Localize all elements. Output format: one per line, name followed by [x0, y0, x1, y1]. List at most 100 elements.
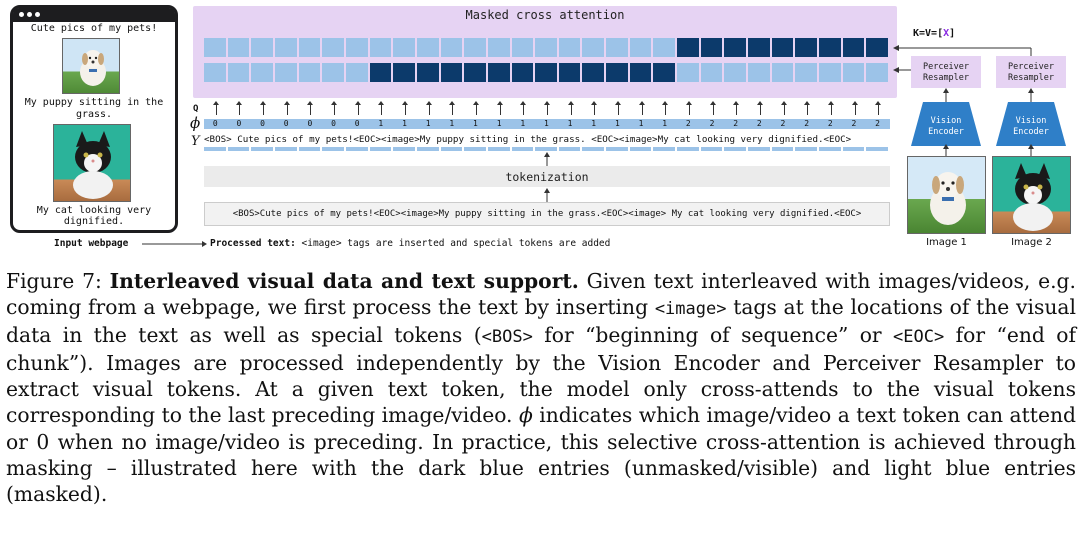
arrow-up-icon — [307, 101, 314, 105]
query-arrow-line — [783, 105, 785, 115]
phi-value: 1 — [614, 119, 620, 128]
arrow-up-icon — [402, 101, 409, 105]
y-symbol: Y — [191, 134, 200, 149]
webpage-line-1: Cute pics of my pets! — [30, 23, 158, 34]
phi-value: 2 — [851, 119, 857, 128]
webpage-line-2b: grass. — [75, 109, 113, 120]
window-dot-icon — [19, 12, 24, 17]
arrow-up-icon — [1028, 88, 1034, 102]
mask-cell — [274, 63, 297, 82]
arrow-up-icon — [544, 188, 550, 202]
query-arrow-line — [688, 105, 690, 115]
phi-value: 1 — [662, 119, 668, 128]
token-underline — [204, 147, 890, 151]
puppy-illustration — [80, 50, 106, 86]
mask-cell — [274, 38, 297, 57]
mask-cell — [298, 38, 321, 57]
puppy-illustration — [930, 172, 966, 225]
query-arrow-line — [286, 105, 288, 115]
phi-value: 1 — [591, 119, 597, 128]
query-arrow-line — [523, 105, 525, 115]
arrow-up-icon — [638, 101, 645, 105]
mask-cell — [653, 38, 676, 57]
arrow-up-icon — [283, 101, 290, 105]
arrow-up-icon — [685, 101, 692, 105]
mask-cell — [842, 38, 865, 57]
arrow-up-icon — [875, 101, 882, 105]
arrow-up-icon — [567, 101, 574, 105]
phi-value: 1 — [378, 119, 384, 128]
encoder-1-label: Encoder — [928, 127, 964, 137]
query-arrow-line — [594, 105, 596, 115]
window-titlebar — [13, 8, 175, 22]
mask-cell — [582, 38, 605, 57]
masked-cross-attention-title: Masked cross attention — [465, 8, 625, 22]
mask-cell — [724, 63, 747, 82]
mask-cell — [819, 63, 841, 82]
window-dot-icon — [27, 12, 32, 17]
processed-text-rest: <image> tags are inserted and special to… — [295, 238, 611, 249]
query-arrow-line — [736, 105, 738, 115]
phi-value: 0 — [354, 119, 360, 128]
token-underline-segment — [700, 147, 723, 151]
mask-cell — [819, 38, 841, 57]
query-arrow-line — [854, 105, 856, 115]
query-arrow-line — [239, 105, 241, 115]
mask-cell — [322, 63, 344, 82]
mask-cell — [795, 38, 818, 57]
processed-text-caption: Processed text: <image> tags are inserte… — [210, 238, 610, 249]
phi-value: 0 — [307, 119, 313, 128]
token-underline-segment — [653, 147, 676, 151]
mask-cell — [535, 38, 557, 57]
token-underline-segment — [866, 147, 888, 151]
arrow-up-icon — [236, 101, 243, 105]
arrow-up-icon — [520, 101, 527, 105]
mask-cell — [369, 38, 392, 57]
phi-value: 1 — [496, 119, 502, 128]
phi-value: 0 — [283, 119, 289, 128]
window-dot-icon — [35, 12, 40, 17]
mask-cell — [558, 63, 581, 82]
puppy-image — [62, 38, 120, 94]
mask-cell — [724, 38, 747, 57]
token-underline-segment — [771, 147, 794, 151]
processed-text-bold: Processed text: — [210, 238, 296, 249]
mask-cell — [227, 38, 250, 57]
token-underline-segment — [606, 147, 628, 151]
query-arrow-line — [476, 105, 478, 115]
token-underline-segment — [251, 147, 273, 151]
arrow-up-icon — [733, 101, 740, 105]
caption-prefix: Figure 7: — [6, 269, 110, 293]
query-arrow-line — [215, 105, 217, 115]
mask-cell — [582, 63, 605, 82]
phi-value: 2 — [733, 119, 739, 128]
mask-cell — [393, 63, 415, 82]
phi-value: 1 — [425, 119, 431, 128]
mask-cell — [653, 63, 676, 82]
token-underline-segment — [819, 147, 841, 151]
cat-image — [53, 124, 131, 202]
arrow-up-icon — [851, 101, 858, 105]
query-arrow-line — [263, 105, 265, 115]
phi-value: 0 — [212, 119, 218, 128]
mask-cell — [369, 63, 392, 82]
caption-phi: ϕ — [518, 403, 533, 428]
vision-2-label: Vision — [1015, 116, 1047, 126]
image-1-puppy — [907, 156, 986, 234]
token-sequence: <BOS> Cute pics of my pets!<EOC><image>M… — [204, 134, 852, 145]
attention-row-image-2 — [204, 38, 890, 57]
mask-cell — [298, 63, 321, 82]
phi-value: 2 — [875, 119, 880, 128]
mask-cell — [464, 63, 486, 82]
figure-caption: Figure 7: Interleaved visual data and te… — [6, 268, 1076, 507]
arrow-up-icon — [709, 101, 716, 105]
token-underline-segment — [464, 147, 486, 151]
query-arrow-line — [452, 105, 454, 115]
q-label: Q — [193, 104, 199, 114]
query-arrow-line — [712, 105, 714, 115]
phi-value: 1 — [544, 119, 549, 128]
token-underline-segment — [748, 147, 770, 151]
mask-cell — [677, 38, 699, 57]
query-arrow-line — [830, 105, 832, 115]
phi-value: 1 — [520, 119, 526, 128]
